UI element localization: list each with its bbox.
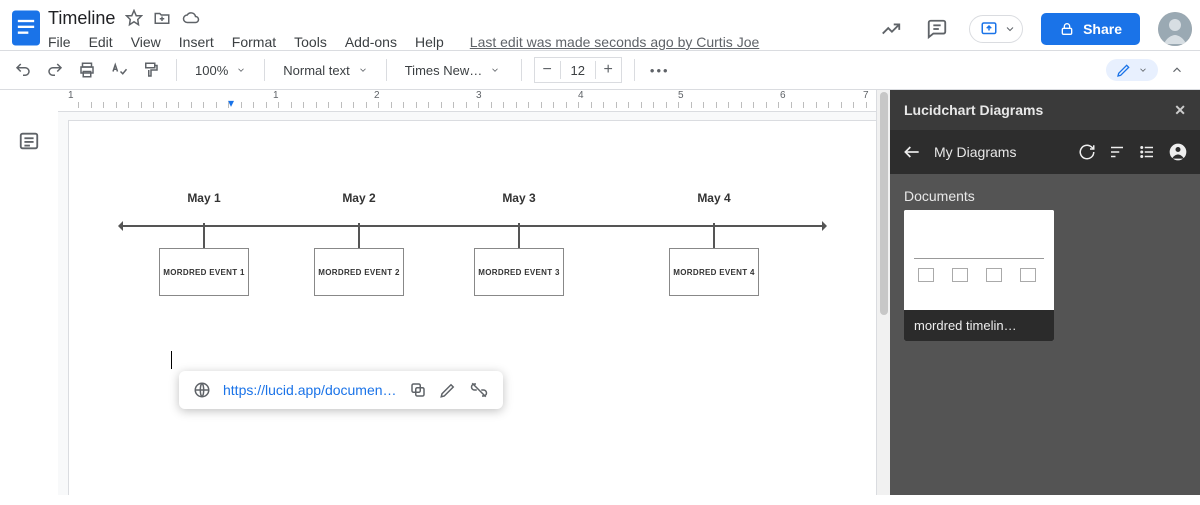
spellcheck-button[interactable] [106,57,132,83]
print-button[interactable] [74,57,100,83]
share-button[interactable]: Share [1041,13,1140,45]
menu-edit[interactable]: Edit [89,34,113,50]
doc-title[interactable]: Timeline [48,8,115,29]
timeline-node[interactable]: May 3 MORDRED EVENT 3 [474,191,564,296]
diagram-preview [904,210,1054,310]
chevron-down-icon [1004,23,1016,35]
text-caret [171,351,172,369]
font-size-increase[interactable]: + [595,61,621,79]
move-folder-icon[interactable] [153,9,171,27]
toolbar: 100% Normal text Times New… − 12 + ••• [0,50,1200,90]
chevron-down-icon [358,65,368,75]
timeline-date: May 2 [314,191,404,205]
chevron-down-icon [1138,65,1148,75]
timeline-node[interactable]: May 1 MORDRED EVENT 1 [159,191,249,296]
ruler-number: 6 [780,90,786,101]
menu-view[interactable]: View [131,34,161,50]
document-area[interactable]: 1 ▾ 1 2 3 4 5 6 7 May 1MORDRED EVENT 1Ma… [58,90,876,495]
close-icon[interactable]: ✕ [1174,102,1186,119]
paragraph-style-value: Normal text [283,63,349,78]
redo-button[interactable] [42,57,68,83]
timeline-connector [358,223,360,249]
list-view-icon[interactable] [1138,143,1156,161]
font-size-stepper: − 12 + [534,57,622,83]
timeline-connector [518,223,520,249]
timeline-diagram[interactable]: May 1 MORDRED EVENT 1 May 2 MORDRED EVENT 2… [99,191,846,361]
timeline-date: May 1 [159,191,249,205]
activity-icon[interactable] [877,15,905,43]
menu-insert[interactable]: Insert [179,34,214,50]
paragraph-style-select[interactable]: Normal text [277,56,373,84]
link-url[interactable]: https://lucid.app/documen… [223,382,397,398]
zoom-select[interactable]: 100% [189,56,252,84]
docs-app-icon[interactable] [8,6,44,50]
pencil-icon [1116,62,1132,78]
cloud-status-icon[interactable] [181,9,201,27]
timeline-date: May 3 [474,191,564,205]
font-size-decrease[interactable]: − [535,61,561,79]
back-button[interactable] [902,142,922,162]
menu-help[interactable]: Help [415,34,444,50]
account-avatar[interactable] [1158,12,1192,46]
document-page[interactable]: May 1 MORDRED EVENT 1 May 2 MORDRED EVENT 2… [68,120,876,495]
horizontal-ruler[interactable]: 1 ▾ 1 2 3 4 5 6 7 [58,90,876,112]
font-size-value[interactable]: 12 [561,63,595,78]
menu-addons[interactable]: Add-ons [345,34,397,50]
refresh-icon[interactable] [1078,143,1096,161]
comments-icon[interactable] [923,15,951,43]
timeline-date: May 4 [669,191,759,205]
more-toolbar-button[interactable]: ••• [647,57,673,83]
font-family-value: Times New… [405,63,483,78]
timeline-node[interactable]: May 2 MORDRED EVENT 2 [314,191,404,296]
diagram-thumbnail[interactable]: mordred timelin… [904,210,1054,341]
timeline-connector [203,223,205,249]
last-edit-link[interactable]: Last edit was made seconds ago by Curtis… [470,34,760,50]
breadcrumb[interactable]: My Diagrams [934,144,1066,160]
editing-mode-button[interactable] [1106,59,1158,81]
menu-tools[interactable]: Tools [294,34,327,50]
ruler-number: 4 [578,90,584,101]
timeline-event-box: MORDRED EVENT 3 [474,248,564,296]
ruler-number: 2 [374,90,380,101]
timeline-node[interactable]: May 4 MORDRED EVENT 4 [669,191,759,296]
ruler-number: 5 [678,90,684,101]
ruler-number: 1 [273,90,279,101]
copy-link-icon[interactable] [409,381,427,399]
share-label: Share [1083,21,1122,37]
chevron-down-icon [236,65,246,75]
chevron-down-icon [490,65,500,75]
menu-bar: File Edit View Insert Format Tools Add-o… [48,34,759,50]
diagram-caption: mordred timelin… [904,310,1054,341]
sidepanel-title: Lucidchart Diagrams [904,102,1043,118]
unlink-icon[interactable] [469,381,489,399]
lock-icon [1059,21,1075,37]
timeline-event-box: MORDRED EVENT 1 [159,248,249,296]
vertical-scrollbar[interactable] [876,90,890,495]
lucidchart-sidepanel: Lucidchart Diagrams ✕ My Diagrams Docume… [890,90,1200,495]
collapse-sidepanel-button[interactable] [1164,57,1190,83]
user-icon[interactable] [1168,142,1188,162]
font-family-select[interactable]: Times New… [399,56,509,84]
timeline-connector [713,223,715,249]
menu-file[interactable]: File [48,34,71,50]
present-button[interactable] [969,15,1023,43]
zoom-value: 100% [195,63,228,78]
sort-icon[interactable] [1108,143,1126,161]
edit-link-icon[interactable] [439,381,457,399]
menu-format[interactable]: Format [232,34,276,50]
outline-icon[interactable] [18,130,40,495]
sidepanel-section-label: Documents [904,188,1186,204]
paint-format-button[interactable] [138,57,164,83]
star-icon[interactable] [125,9,143,27]
timeline-event-box: MORDRED EVENT 2 [314,248,404,296]
globe-icon [193,381,211,399]
ruler-number: 3 [476,90,482,101]
undo-button[interactable] [10,57,36,83]
ruler-number: 7 [863,90,869,101]
ruler-number: 1 [68,90,74,101]
timeline-event-box: MORDRED EVENT 4 [669,248,759,296]
link-popover: https://lucid.app/documen… [179,371,503,409]
